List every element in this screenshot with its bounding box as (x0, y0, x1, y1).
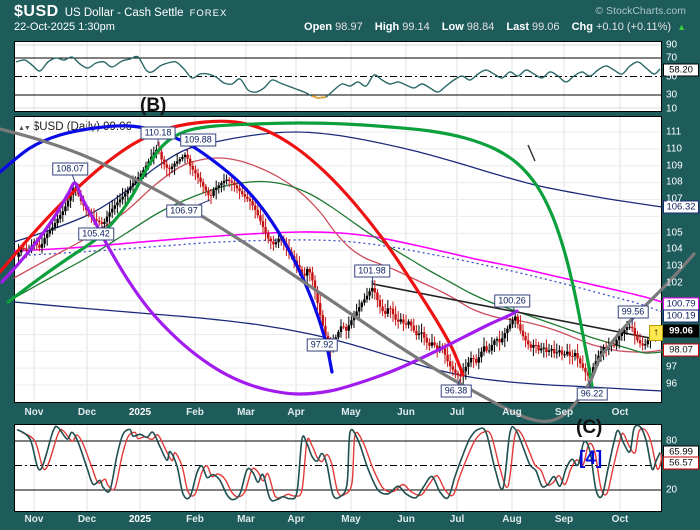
chg-label: Chg (572, 21, 593, 33)
quote-row: 22-Oct-2025 1:30pm Open98.97 High99.14 L… (14, 21, 686, 37)
month-axis-label: Oct (612, 514, 629, 525)
swing-price-label: 96.38 (441, 385, 472, 398)
month-axis-label: Aug (502, 407, 521, 418)
chart-ticker-label: ▲▼$USD (Daily) 99.06 (18, 121, 132, 133)
datetime: 22-Oct-2025 1:30pm (14, 21, 115, 33)
chart-ticker-text: $USD (Daily) 99.06 (33, 121, 132, 133)
last-value: 99.06 (532, 21, 560, 33)
swing-price-label: 108.07 (52, 163, 88, 176)
exchange: FOREX (190, 8, 228, 19)
chart-header: $USD US Dollar - Cash Settle FOREX © Stock… (0, 0, 700, 41)
axis-value-box: 99.06 (663, 325, 699, 338)
rsi-axis-tick: 30 (666, 90, 677, 101)
swing-price-label: 99.56 (618, 306, 649, 319)
ohlc-quote: Open98.97 High99.14 Low98.84 Last99.06 C… (295, 21, 686, 33)
axis-value-box: 56.57 (663, 457, 699, 470)
month-axis-label: 2025 (129, 407, 151, 418)
rsi-axis-tick: 50 (666, 72, 677, 83)
month-axis-label: Mar (237, 514, 255, 525)
breakout-up-arrow-icon: ↑ (649, 325, 663, 341)
month-axis-label: Mar (237, 407, 255, 418)
month-axis-label: Apr (287, 514, 304, 525)
high-value: 99.14 (402, 21, 430, 33)
stochastics-indicator-panel[interactable] (14, 424, 662, 512)
rsi-axis-tick: 90 (666, 40, 677, 51)
stockcharts-chart-window: $USD US Dollar - Cash Settle FOREX © Stock… (0, 0, 700, 530)
month-axis-label: Feb (186, 514, 204, 525)
swing-price-label: 101.98 (354, 265, 390, 278)
swing-price-label: 110.18 (141, 127, 176, 140)
swing-price-label: 105.42 (78, 228, 114, 241)
month-axis-label: Oct (612, 407, 629, 418)
rsi-axis-tick: 70 (666, 53, 677, 64)
month-axis-label: Jul (450, 514, 464, 525)
price-axis-tick: 102 (666, 278, 683, 289)
price-axis-tick: 103 (666, 261, 683, 272)
price-axis-tick: 104 (666, 244, 683, 255)
price-axis-tick: 108 (666, 177, 683, 188)
updown-arrows-icon: ▲▼ (18, 125, 30, 132)
month-axis-label: Apr (287, 407, 304, 418)
stoch-axis-tick: 80 (666, 436, 677, 447)
open-label: Open (304, 21, 332, 33)
price-axis-tick: 105 (666, 228, 683, 239)
symbol-name: US Dollar - Cash Settle (65, 7, 184, 19)
month-axis-label: May (341, 407, 360, 418)
title-row: $USD US Dollar - Cash Settle FOREX © Stock… (14, 3, 686, 21)
price-axis-tick: 109 (666, 161, 683, 172)
month-axis-label: Jun (397, 514, 415, 525)
swing-price-label: 97.92 (307, 339, 338, 352)
swing-price-label: 100.26 (494, 295, 530, 308)
month-axis-label: Sep (555, 407, 573, 418)
price-axis-tick: 110 (666, 144, 682, 155)
symbol: $USD (14, 3, 59, 20)
month-axis-label: Jun (397, 407, 415, 418)
price-chart-panel[interactable] (14, 116, 662, 403)
open-value: 98.97 (335, 21, 363, 33)
low-label: Low (442, 21, 464, 33)
month-axis-label: Sep (555, 514, 573, 525)
price-axis-tick: 97 (666, 362, 677, 373)
month-axis-label: Jul (450, 407, 464, 418)
change-up-icon: ▲ (677, 22, 686, 32)
month-axis-label: Feb (186, 407, 204, 418)
axis-value-box: 98.07 (663, 344, 699, 357)
price-axis-tick: 107 (666, 194, 683, 205)
annotation-wave-b: (B) (140, 95, 166, 117)
high-label: High (375, 21, 399, 33)
annotation-wave-c: (C) (576, 417, 602, 439)
copyright: © StockCharts.com (595, 5, 686, 17)
month-axis-label: Nov (25, 407, 44, 418)
chg-value: +0.10 (+0.11%) (596, 21, 671, 33)
month-axis-label: 2025 (129, 514, 151, 525)
month-axis-label: Nov (25, 514, 44, 525)
stoch-axis-tick: 20 (666, 485, 677, 496)
low-value: 98.84 (467, 21, 495, 33)
annotation-wave-4: [4] (579, 448, 602, 470)
month-axis-label: Aug (502, 514, 521, 525)
rsi-indicator-panel[interactable] (14, 41, 662, 112)
last-label: Last (506, 21, 529, 33)
price-axis-tick: 96 (666, 379, 677, 390)
swing-price-label: 106.97 (166, 205, 202, 218)
month-axis-label: May (341, 514, 360, 525)
swing-price-label: 96.22 (577, 388, 608, 401)
axis-value-box: 100.19 (663, 310, 699, 323)
rsi-axis-tick: 10 (666, 104, 677, 115)
month-axis-label: Dec (78, 514, 96, 525)
price-axis-tick: 111 (666, 127, 681, 138)
swing-price-label: 109.88 (180, 134, 216, 147)
month-axis-label: Dec (78, 407, 96, 418)
